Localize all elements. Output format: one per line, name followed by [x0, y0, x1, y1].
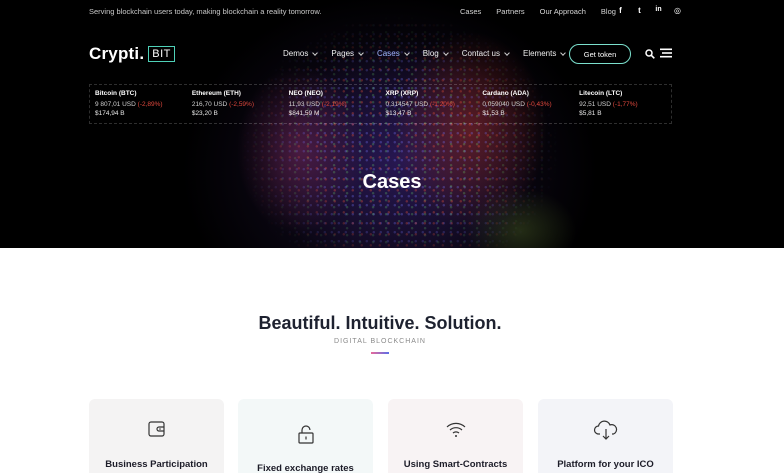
coin-market-cap: $1,53 B — [482, 110, 505, 117]
coin-price-row: 11,93 USD (-2,19%) — [289, 101, 381, 108]
nav-label: Demos — [283, 49, 309, 58]
feature-card[interactable]: Platform for your ICO — [538, 399, 673, 473]
nav-label: Contact us — [461, 49, 500, 58]
coin-price: 0,314547 USD — [385, 101, 429, 108]
card-icon-wrap — [538, 419, 673, 441]
coin-name: Cardano (ADA) — [482, 90, 529, 97]
nav-item-contact-us[interactable]: Contact us — [461, 49, 510, 58]
chevron-down-icon — [403, 49, 410, 56]
ticker-item[interactable]: Bitcoin (BTC) 9 807,01 USD (-2,89%) $174… — [90, 85, 187, 123]
nav-item-elements[interactable]: Elements — [522, 49, 567, 58]
coin-price-row: 0,059040 USD (-0,43%) — [482, 101, 574, 108]
instagram-icon[interactable]: ◎ — [673, 6, 682, 15]
coin-market-cap: $5,81 B — [579, 110, 602, 117]
coin-change: (-1,77%) — [612, 101, 638, 108]
chevron-down-icon — [504, 49, 510, 56]
coin-price-row: 216,70 USD (-2,59%) — [192, 101, 284, 108]
coin-name: Ethereum (ETH) — [191, 90, 241, 97]
card-icon-wrap — [89, 419, 224, 439]
nav-label: Elements — [522, 49, 557, 58]
wifi-icon — [446, 422, 465, 437]
hamburger-menu-icon[interactable] — [660, 48, 672, 58]
coin-price-row: 9 807,01 USD (-2,89%) — [95, 101, 187, 108]
coin-market-cap: $13,47 B — [385, 110, 412, 117]
coin-price-row: 92,51 USD (-1,77%) — [579, 101, 671, 108]
card-icon-wrap — [238, 424, 373, 444]
coin-market-cap: $174,94 B — [95, 110, 125, 117]
card-title: Using Smart-Contracts — [403, 459, 508, 470]
feature-card[interactable]: Business Participation — [89, 399, 224, 473]
topbar-link-our-approach[interactable]: Our Approach — [540, 7, 586, 16]
feature-card[interactable]: Using Smart-Contracts — [388, 399, 523, 473]
coin-change: (-2,19%) — [321, 101, 347, 108]
chevron-down-icon — [312, 49, 319, 56]
coin-market-cap: $23,20 B — [191, 110, 218, 117]
hero-banner — [0, 0, 784, 248]
logo-badge: BIT — [148, 46, 175, 62]
coin-market-cap: $841,59 M — [288, 110, 320, 117]
coin-price-row: 0,314547 USD (-1,20%) — [385, 101, 477, 108]
twitter-icon[interactable]: t — [635, 6, 644, 15]
nav-label: Pages — [331, 49, 355, 58]
coin-name: XRP (XRP) — [385, 90, 419, 97]
coin-change: (-0,43%) — [526, 101, 552, 108]
coin-change: (-2,89%) — [137, 101, 163, 108]
ticker-item[interactable]: Cardano (ADA) 0,059040 USD (-0,43%) $1,5… — [477, 85, 574, 123]
feature-card[interactable]: Fixed exchange rates — [238, 399, 373, 473]
cloud-download-icon — [593, 420, 617, 440]
logo-text: Crypti. — [89, 44, 145, 63]
coin-price: 9 807,01 USD — [95, 101, 136, 108]
nav-item-blog[interactable]: Blog — [422, 49, 449, 58]
coin-name: NEO (NEO) — [288, 90, 323, 97]
site-logo[interactable]: Crypti. BIT — [89, 44, 175, 64]
nav-item-cases[interactable]: Cases — [377, 49, 410, 58]
section-divider — [371, 352, 389, 354]
coin-price: 11,93 USD — [288, 101, 320, 108]
chevron-down-icon — [560, 49, 567, 56]
social-links: f t in ◎ — [616, 6, 682, 15]
topbar-link-cases[interactable]: Cases — [460, 7, 481, 16]
topbar-tagline: Serving blockchain users today, making b… — [89, 7, 322, 16]
card-title: Business Participation — [105, 459, 208, 470]
search-icon[interactable] — [645, 49, 655, 59]
coin-price: 0,059040 USD — [482, 101, 525, 108]
coin-change: (-1,20%) — [429, 101, 455, 108]
coin-change: (-2,59%) — [229, 101, 254, 108]
nav-item-pages[interactable]: Pages — [331, 49, 364, 58]
chevron-down-icon — [358, 49, 364, 56]
nav-label: Blog — [422, 49, 439, 58]
ticker-item[interactable]: Ethereum (ETH) 216,70 USD (-2,59%) $23,2… — [187, 85, 284, 123]
main-nav: Demos Pages Cases Blog Contact us Elemen… — [283, 49, 579, 58]
nav-item-demos[interactable]: Demos — [283, 49, 319, 58]
section-subtitle: DIGITAL BLOCKCHAIN — [334, 338, 426, 345]
coin-name: Litecoin (LTC) — [579, 90, 623, 97]
card-title: Fixed exchange rates — [257, 463, 354, 473]
coin-price: 92,51 USD — [579, 101, 611, 108]
hero-background-image — [0, 0, 784, 248]
get-token-button[interactable]: Get token — [569, 44, 631, 64]
ticker-item[interactable]: NEO (NEO) 11,93 USD (-2,19%) $841,59 M — [284, 85, 381, 123]
chevron-down-icon — [442, 49, 449, 56]
facebook-icon[interactable]: f — [616, 6, 625, 15]
topbar-link-blog[interactable]: Blog — [601, 7, 616, 16]
card-title: Platform for your ICO — [557, 459, 654, 470]
topbar-link-partners[interactable]: Partners — [496, 7, 524, 16]
unlock-icon — [297, 425, 314, 444]
coin-name: Bitcoin (BTC) — [95, 90, 137, 97]
topbar-links: Cases Partners Our Approach Blog — [460, 7, 616, 16]
crypto-ticker: Bitcoin (BTC) 9 807,01 USD (-2,89%) $174… — [89, 84, 672, 124]
page-title: Cases — [362, 171, 422, 193]
nav-label: Cases — [377, 49, 400, 58]
section-title: Beautiful. Intuitive. Solution. — [258, 313, 502, 333]
card-icon-wrap — [388, 419, 523, 439]
linkedin-icon[interactable]: in — [654, 6, 663, 15]
wallet-icon — [147, 421, 165, 437]
ticker-item[interactable]: XRP (XRP) 0,314547 USD (-1,20%) $13,47 B — [380, 85, 477, 123]
coin-price: 216,70 USD — [191, 101, 228, 108]
ticker-item[interactable]: Litecoin (LTC) 92,51 USD (-1,77%) $5,81 … — [574, 85, 671, 123]
